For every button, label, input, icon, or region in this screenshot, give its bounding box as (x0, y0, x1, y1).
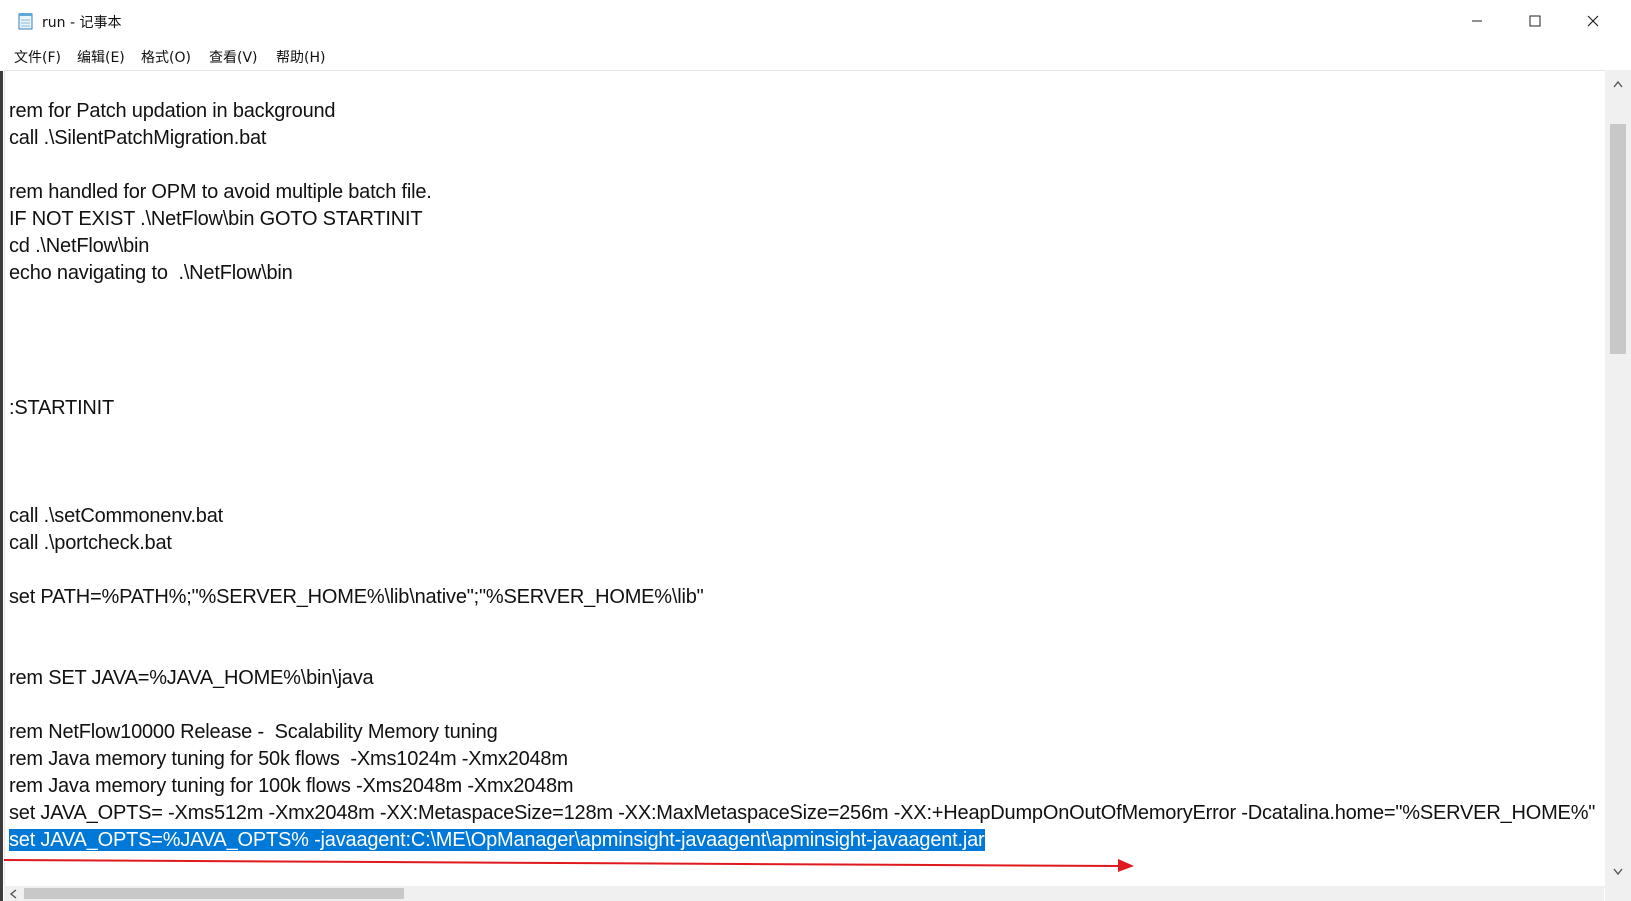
menu-help[interactable]: 帮助(H) (276, 47, 325, 67)
text-line (9, 557, 1603, 584)
text-line: call .\SilentPatchMigration.bat (9, 125, 1603, 152)
line-text: set JAVA_OPTS= -Xms512m -Xmx2048m -XX:Me… (9, 802, 1596, 824)
text-line: rem Java memory tuning for 100k flows -X… (9, 773, 1603, 800)
minimize-icon (1472, 20, 1482, 22)
line-text: :STARTINIT (9, 397, 115, 419)
text-line: set PATH=%PATH%;"%SERVER_HOME%\lib\nativ… (9, 584, 1603, 611)
vertical-scroll-thumb[interactable] (1610, 124, 1626, 354)
menu-edit[interactable]: 编辑(E) (77, 47, 125, 67)
title-bar[interactable]: run - 记事本 (0, 0, 1631, 42)
minimize-button[interactable] (1448, 0, 1506, 42)
text-line: rem Java memory tuning for 50k flows -Xm… (9, 746, 1603, 773)
horizontal-scrollbar[interactable] (4, 886, 1604, 901)
line-text: IF NOT EXIST .\NetFlow\bin GOTO STARTINI… (9, 208, 423, 230)
line-text: rem Java memory tuning for 50k flows -Xm… (9, 748, 568, 770)
line-text: set JAVA_OPTS=%JAVA_OPTS% -javaagent:C:\… (9, 829, 985, 851)
line-text: rem SET JAVA=%JAVA_HOME%\bin\java (9, 667, 374, 689)
scroll-left-button[interactable] (6, 886, 20, 901)
line-text: rem handled for OPM to avoid multiple ba… (9, 181, 432, 203)
text-line (9, 287, 1603, 314)
text-line: rem NetFlow10000 Release - Scalability M… (9, 719, 1603, 746)
line-text: call .\portcheck.bat (9, 532, 172, 554)
line-text: echo navigating to .\NetFlow\bin (9, 262, 293, 284)
text-line (9, 368, 1603, 395)
scroll-up-button[interactable] (1610, 76, 1626, 92)
text-line: set JAVA_OPTS= -Xms512m -Xmx2048m -XX:Me… (9, 800, 1603, 827)
text-line: IF NOT EXIST .\NetFlow\bin GOTO STARTINI… (9, 206, 1603, 233)
text-line (9, 341, 1603, 368)
chevron-left-icon (9, 888, 17, 899)
line-text: call .\setCommonenv.bat (9, 505, 224, 527)
red-annotation-arrow (3, 859, 1134, 872)
scrollbar-corner (1605, 886, 1631, 901)
text-line: cd .\NetFlow\bin (9, 233, 1603, 260)
text-line (9, 422, 1603, 449)
line-text: rem NetFlow10000 Release - Scalability M… (9, 721, 498, 743)
editor-lines: rem for Patch updation in background call… (9, 98, 1603, 854)
window-edge (0, 0, 3, 901)
scroll-down-button[interactable] (1610, 864, 1626, 880)
close-icon (1587, 15, 1599, 27)
maximize-button[interactable] (1506, 0, 1564, 42)
line-text: cd .\NetFlow\bin (9, 235, 150, 257)
chevron-up-icon (1613, 80, 1623, 88)
line-text: rem for Patch updation in background (9, 100, 336, 122)
menu-bar: 文件(F) 编辑(E) 格式(O) 查看(V) 帮助(H) (0, 42, 1631, 71)
line-text: call .\SilentPatchMigration.bat (9, 127, 267, 149)
text-line: call .\portcheck.bat (9, 530, 1603, 557)
text-line: echo navigating to .\NetFlow\bin (9, 260, 1603, 287)
close-button[interactable] (1564, 0, 1622, 42)
text-line (9, 314, 1603, 341)
line-text: rem Java memory tuning for 100k flows -X… (9, 775, 574, 797)
menu-view[interactable]: 查看(V) (209, 47, 258, 67)
vertical-scrollbar[interactable] (1605, 70, 1631, 886)
text-line (9, 152, 1603, 179)
text-line (9, 638, 1603, 665)
text-line: :STARTINIT (9, 395, 1603, 422)
text-editor[interactable]: rem for Patch updation in background call… (4, 70, 1606, 888)
line-text: set PATH=%PATH%;"%SERVER_HOME%\lib\nativ… (9, 586, 704, 608)
text-line (9, 476, 1603, 503)
text-line: rem for Patch updation in background (9, 98, 1603, 125)
window-title: run - 记事本 (42, 15, 122, 31)
notepad-icon (18, 13, 33, 30)
selected-text-line: set JAVA_OPTS=%JAVA_OPTS% -javaagent:C:\… (9, 827, 1603, 854)
text-line (9, 692, 1603, 719)
text-line (9, 449, 1603, 476)
menu-format[interactable]: 格式(O) (141, 47, 191, 67)
notepad-window: run - 记事本 文件(F) 编辑(E) 格式(O) 查看(V) 帮助(H) … (0, 0, 1631, 901)
horizontal-scroll-thumb[interactable] (24, 888, 404, 899)
text-line: rem SET JAVA=%JAVA_HOME%\bin\java (9, 665, 1603, 692)
maximize-icon (1529, 15, 1541, 27)
text-line: rem handled for OPM to avoid multiple ba… (9, 179, 1603, 206)
text-line (9, 611, 1603, 638)
text-line: call .\setCommonenv.bat (9, 503, 1603, 530)
chevron-down-icon (1613, 868, 1623, 876)
menu-file[interactable]: 文件(F) (14, 47, 61, 67)
